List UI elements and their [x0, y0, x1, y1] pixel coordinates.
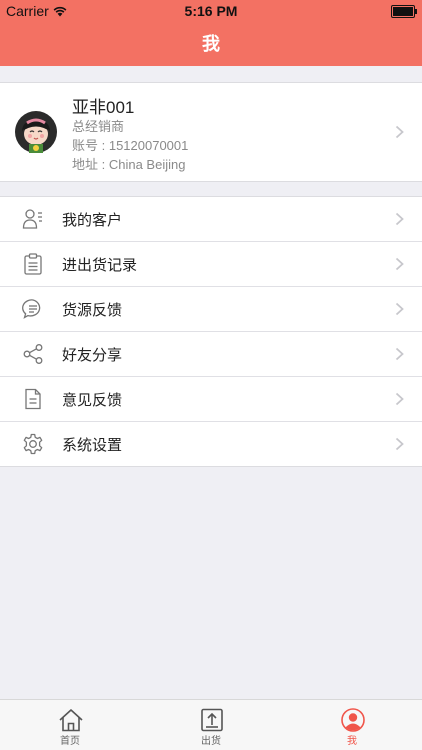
menu-item-customers[interactable]: 我的客户: [0, 197, 422, 242]
menu-label: 进出货记录: [62, 257, 138, 274]
chevron-right-icon: [395, 302, 404, 316]
upload-icon: [201, 708, 223, 732]
tab-me[interactable]: 我: [282, 700, 422, 750]
profile-address: 地址 : China Beijing: [72, 157, 186, 172]
home-icon: [59, 709, 83, 732]
menu-list: 我的客户 进出货记录 货源反馈 好友分享 意见反馈 系统设置: [0, 196, 422, 467]
status-time: 5:16 PM: [184, 3, 238, 19]
status-bar: Carrier 5:16 PM: [0, 0, 422, 22]
share-icon: [23, 344, 43, 364]
menu-item-feedback[interactable]: 意见反馈: [0, 377, 422, 422]
profile-account: 账号 : 15120070001: [72, 138, 189, 153]
menu-label: 我的客户: [62, 212, 123, 229]
chevron-right-icon: [395, 212, 404, 226]
tab-label: 首页: [60, 736, 80, 747]
chevron-right-icon: [395, 257, 404, 271]
tab-shipment[interactable]: 出货: [141, 700, 281, 750]
document-icon: [25, 388, 41, 410]
chevron-right-icon: [395, 392, 404, 406]
tab-home[interactable]: 首页: [0, 700, 140, 750]
menu-item-stock-records[interactable]: 进出货记录: [0, 242, 422, 287]
customers-icon: [22, 209, 42, 229]
profile-info: 亚非001 总经销商 账号 : 15120070001 地址 : China B…: [72, 91, 188, 174]
tab-bar: 首页 出货 我: [0, 699, 422, 750]
menu-label: 系统设置: [62, 437, 123, 454]
tab-label: 出货: [201, 736, 221, 747]
chevron-right-icon: [395, 437, 404, 451]
profile-name: 亚非001: [72, 98, 135, 117]
gear-icon: [23, 433, 43, 455]
user-icon: [341, 708, 365, 732]
page-title: 我: [202, 34, 220, 54]
menu-label: 货源反馈: [62, 302, 123, 319]
tab-label: 我: [347, 736, 357, 747]
clipboard-icon: [24, 253, 42, 275]
chat-bubble-icon: [22, 299, 41, 319]
chevron-right-icon: [395, 125, 404, 139]
profile-role: 总经销商: [72, 119, 125, 134]
menu-item-share[interactable]: 好友分享: [0, 332, 422, 377]
profile-card[interactable]: 亚非001 总经销商 账号 : 15120070001 地址 : China B…: [0, 82, 422, 182]
menu-item-settings[interactable]: 系统设置: [0, 422, 422, 466]
menu-label: 好友分享: [62, 347, 123, 364]
battery-icon: [391, 5, 417, 18]
menu-item-source-feedback[interactable]: 货源反馈: [0, 287, 422, 332]
chevron-right-icon: [395, 347, 404, 361]
avatar: [15, 111, 57, 153]
menu-label: 意见反馈: [62, 392, 123, 409]
nav-bar: 我: [0, 22, 422, 66]
